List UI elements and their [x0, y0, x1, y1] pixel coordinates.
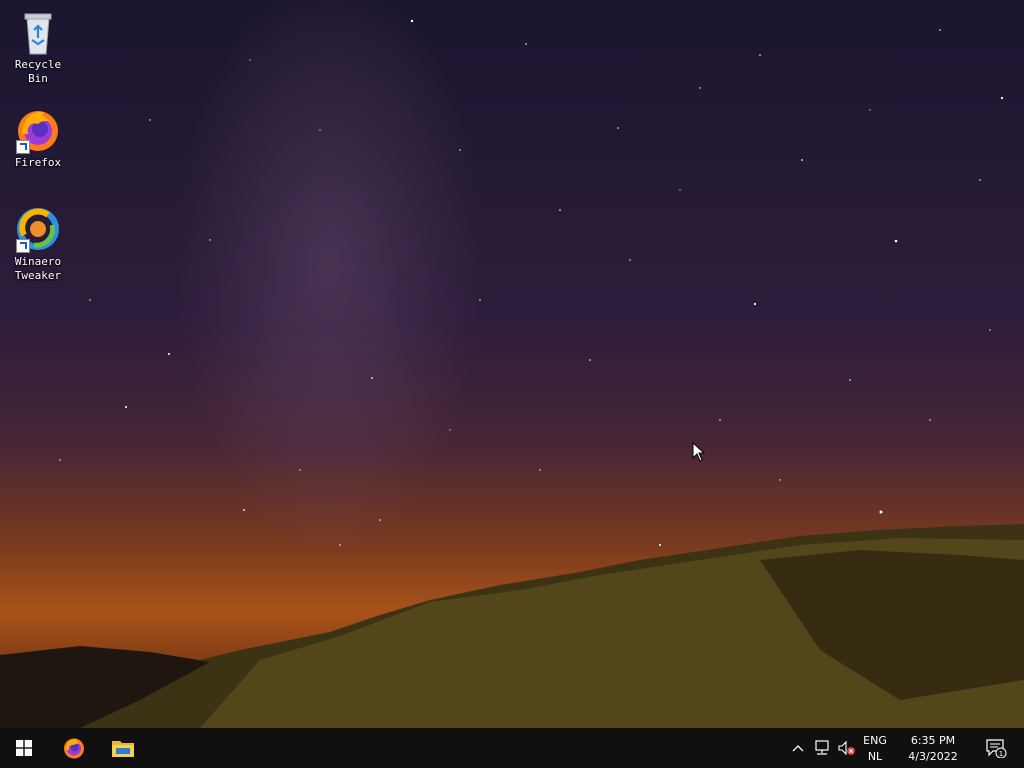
show-hidden-icons-button[interactable] [788, 728, 808, 768]
mountain-silhouette [0, 524, 1024, 728]
shortcut-arrow-icon [16, 140, 30, 154]
desktop-wallpaper [0, 0, 1024, 728]
chevron-up-icon [792, 745, 804, 752]
windows-start-icon [16, 740, 32, 756]
start-button[interactable] [0, 728, 48, 768]
taskbar-file-explorer-button[interactable] [99, 728, 147, 768]
desktop-icon-label: Winaero Tweaker [14, 255, 62, 282]
keyboard-layout-code: NL [867, 749, 883, 763]
desktop-icon-label: Recycle Bin [14, 58, 62, 85]
notification-count: 1 [999, 750, 1003, 758]
action-center-button[interactable]: 1 [976, 728, 1016, 768]
file-explorer-icon [112, 741, 134, 757]
shortcut-arrow-icon [16, 239, 30, 253]
network-button[interactable] [810, 728, 834, 768]
desktop-icon-winaero-tweaker[interactable]: Winaero Tweaker [6, 205, 70, 283]
clock-time: 6:35 PM [910, 733, 956, 747]
mouse-cursor-icon [692, 442, 706, 462]
taskbar-firefox-button[interactable] [50, 728, 98, 768]
desktop-icon-firefox[interactable]: Firefox [6, 106, 70, 170]
clock-button[interactable]: 6:35 PM 4/3/2022 [896, 728, 970, 768]
firefox-icon [14, 106, 62, 154]
clock-date: 4/3/2022 [908, 749, 958, 763]
language-code: ENG [863, 733, 887, 747]
input-language-button[interactable]: ENG NL [858, 728, 892, 768]
notification-icon: 1 [986, 739, 1007, 758]
firefox-icon [64, 738, 84, 759]
desktop-icon-recycle-bin[interactable]: Recycle Bin [6, 8, 70, 86]
recycle-bin-icon [14, 8, 62, 56]
volume-muted-icon [838, 740, 855, 756]
desktop-icon-label: Firefox [14, 156, 62, 169]
volume-button[interactable] [834, 728, 858, 768]
winaero-tweaker-icon [14, 205, 62, 253]
taskbar: ENG NL 6:35 PM 4/3/2022 1 [0, 728, 1024, 768]
network-icon [815, 740, 829, 755]
